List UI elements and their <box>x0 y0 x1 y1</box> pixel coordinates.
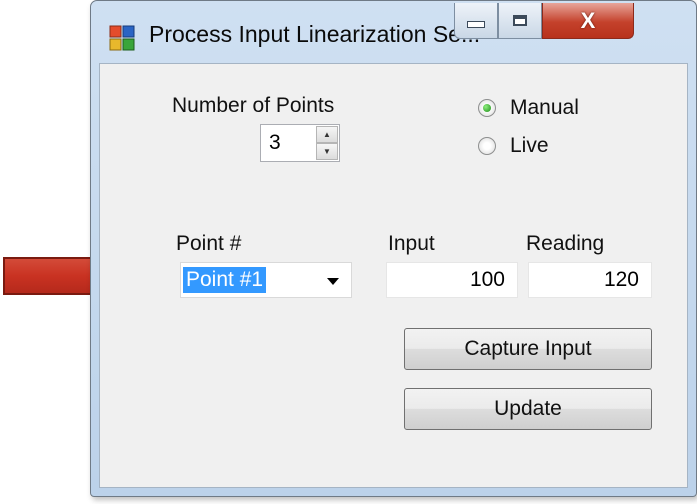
app-window-icon <box>109 25 135 51</box>
capture-input-button[interactable]: Capture Input <box>404 328 652 370</box>
close-icon: X <box>580 7 596 33</box>
update-button[interactable]: Update <box>404 388 652 430</box>
dialog-window: Process Input Linearization Se... X Numb… <box>90 0 697 497</box>
point-select-value: Point #1 <box>183 267 267 293</box>
point-number-header: Point # <box>176 232 242 255</box>
input-field[interactable]: 100 <box>386 262 518 298</box>
title-bar[interactable]: Process Input Linearization Se... X <box>91 1 696 63</box>
stepper-down-icon[interactable]: ▼ <box>316 143 338 160</box>
reading-field[interactable]: 120 <box>528 262 652 298</box>
number-of-points-label: Number of Points <box>172 94 335 117</box>
dialog-client-area: Number of Points 3 ▲ ▼ Manual Live Point… <box>99 63 688 488</box>
chevron-down-icon[interactable] <box>327 278 339 285</box>
manual-radio[interactable]: Manual <box>478 96 579 120</box>
live-radio-label: Live <box>510 134 549 157</box>
minimize-icon <box>467 21 485 28</box>
input-header: Input <box>388 232 435 255</box>
maximize-icon <box>513 15 527 26</box>
stepper-up-icon[interactable]: ▲ <box>316 126 338 143</box>
reading-header: Reading <box>526 232 605 255</box>
window-title: Process Input Linearization Se... <box>149 21 481 47</box>
maximize-button[interactable] <box>498 3 542 39</box>
point-select[interactable]: Point #1 <box>180 262 352 298</box>
manual-radio-label: Manual <box>510 96 579 119</box>
radio-selected-icon <box>478 99 496 117</box>
minimize-button[interactable] <box>454 3 498 39</box>
number-of-points-value: 3 <box>269 131 281 154</box>
number-of-points-stepper[interactable]: 3 ▲ ▼ <box>260 124 340 162</box>
close-button[interactable]: X <box>542 3 634 39</box>
radio-unselected-icon <box>478 137 496 155</box>
live-radio[interactable]: Live <box>478 134 549 158</box>
